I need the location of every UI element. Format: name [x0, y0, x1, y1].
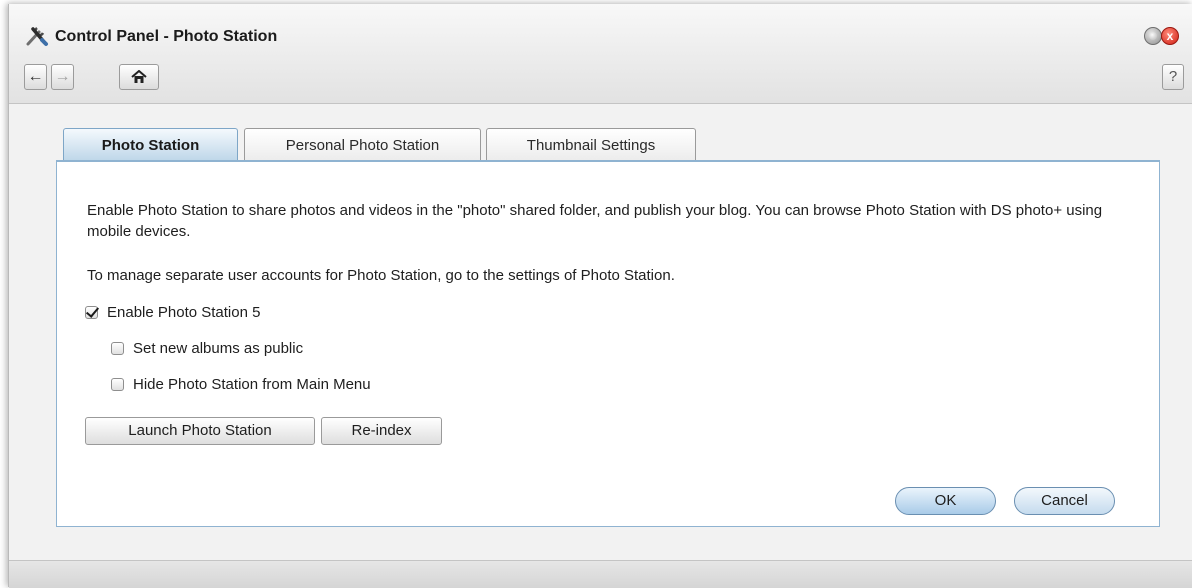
- arrow-right-icon: →: [54, 68, 71, 85]
- description-text: Enable Photo Station to share photos and…: [87, 202, 1103, 240]
- hide-from-main-menu-option[interactable]: Hide Photo Station from Main Menu: [111, 374, 371, 394]
- home-icon: [131, 69, 147, 83]
- tab-personal-photo-station[interactable]: Personal Photo Station: [244, 128, 481, 161]
- home-button[interactable]: [119, 64, 159, 90]
- public-albums-checkbox[interactable]: [111, 341, 124, 355]
- hide-from-main-menu-label: Hide Photo Station from Main Menu: [133, 375, 371, 393]
- minimize-icon[interactable]: [1144, 27, 1162, 45]
- control-panel-window: Control Panel - Photo Station x ← → ? Ph…: [8, 4, 1192, 588]
- launch-photo-station-button[interactable]: Launch Photo Station: [85, 417, 315, 445]
- enable-photo-station-label: Enable Photo Station 5: [107, 303, 261, 321]
- enable-photo-station-option[interactable]: Enable Photo Station 5: [85, 302, 260, 322]
- window-title: Control Panel - Photo Station: [55, 28, 278, 45]
- accounts-note-text: To manage separate user accounts for Pho…: [87, 267, 675, 284]
- control-panel-tools-icon: [26, 27, 48, 46]
- close-icon[interactable]: x: [1161, 27, 1179, 45]
- cancel-button[interactable]: Cancel: [1014, 487, 1115, 515]
- public-albums-option[interactable]: Set new albums as public: [111, 338, 303, 358]
- ok-button[interactable]: OK: [895, 487, 996, 515]
- arrow-left-icon: ←: [27, 68, 44, 85]
- forward-button[interactable]: →: [51, 64, 74, 90]
- title-bar: Control Panel - Photo Station x ← → ?: [9, 4, 1192, 104]
- window-footer: [9, 560, 1192, 588]
- tab-thumbnail-settings[interactable]: Thumbnail Settings: [486, 128, 696, 161]
- tab-photo-station[interactable]: Photo Station: [63, 128, 238, 162]
- help-button[interactable]: ?: [1162, 64, 1184, 90]
- hide-from-main-menu-checkbox[interactable]: [111, 377, 124, 391]
- reindex-button[interactable]: Re-index: [321, 417, 442, 445]
- back-button[interactable]: ←: [24, 64, 47, 90]
- enable-photo-station-checkbox[interactable]: [85, 305, 98, 319]
- public-albums-label: Set new albums as public: [133, 339, 304, 357]
